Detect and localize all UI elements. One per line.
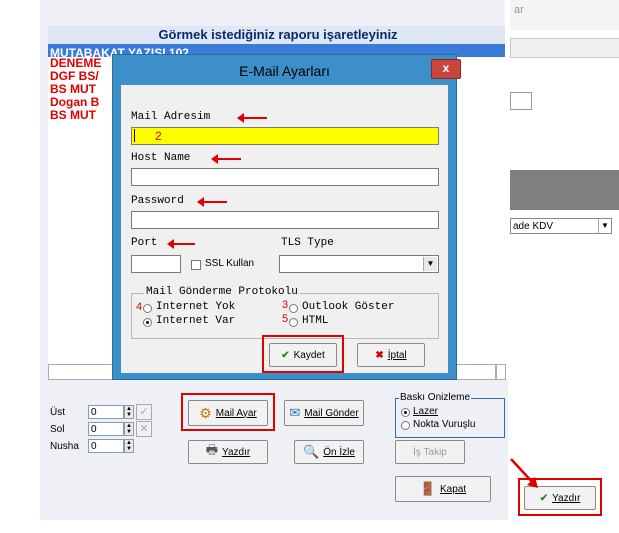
mail-gonder-label: Mail Gönder <box>304 407 359 419</box>
nusha-stepper[interactable]: ▲ ▼ <box>124 439 134 453</box>
port-label: Port <box>131 237 158 249</box>
nusha-input[interactable]: 0 <box>88 439 124 453</box>
bottom-panel: Üst 0 ▲ ▼ ✓ Sol 0 ▲ ▼ ✕ Nusha 0 ▲ ▼ ⚙ Mail … <box>40 364 508 520</box>
sol-stepper[interactable]: ▲ ▼ <box>124 422 134 436</box>
ust-stepper[interactable]: ▲ ▼ <box>124 405 134 419</box>
ssl-label: SSL Kullan <box>205 258 255 269</box>
envelope-icon: ✉ <box>289 405 301 420</box>
internet-var-label: Internet Var <box>156 315 236 327</box>
yazdir-label: Yazdır <box>222 446 251 458</box>
arrow-icon <box>197 197 227 207</box>
nokta-label: Nokta Vuruşlu <box>413 419 476 430</box>
arrow-icon <box>167 239 195 249</box>
magnifier-icon: 🔍 <box>303 444 320 459</box>
html-label: HTML <box>302 315 329 327</box>
html-radio[interactable] <box>289 318 298 327</box>
annotation-number: 2 <box>155 129 162 143</box>
preview-group-label: Baskı Onizleme <box>399 392 472 403</box>
on-izle-label: Ön İzle <box>323 446 355 458</box>
x-icon: ✖ <box>375 349 384 361</box>
report-header: Görmek istediğiniz raporu işaretleyiniz <box>48 26 508 44</box>
sol-label: Sol <box>50 424 65 435</box>
port-input[interactable] <box>131 255 181 273</box>
host-input[interactable] <box>131 168 439 186</box>
lazer-radio[interactable] <box>401 408 410 417</box>
email-settings-dialog: E-Mail Ayarları x Mail Adresim 2 Host Na… <box>112 54 461 380</box>
printer-icon: 🖶 <box>205 442 219 457</box>
sol-input[interactable]: 0 <box>88 422 124 436</box>
internet-var-radio[interactable] <box>143 318 152 327</box>
internet-yok-label: Internet Yok <box>156 301 236 313</box>
right-input[interactable] <box>510 92 532 110</box>
door-icon: 🚪 <box>419 481 437 496</box>
yazdir-button[interactable]: 🖶 Yazdır <box>188 440 268 464</box>
arrow-icon <box>237 113 267 123</box>
is-takip-label: İş Takip <box>413 446 447 458</box>
outlook-radio[interactable] <box>289 304 298 313</box>
dialog-body: Mail Adresim 2 Host Name Password Port T… <box>121 85 448 373</box>
arrow-icon <box>510 458 538 488</box>
tls-label: TLS Type <box>281 237 334 249</box>
is-takip-button[interactable]: İş Takip <box>395 440 465 464</box>
ssl-checkbox[interactable] <box>191 260 201 270</box>
internet-yok-radio[interactable] <box>143 304 152 313</box>
status-strip-end <box>496 364 506 380</box>
chevron-down-icon: ▼ <box>423 257 437 271</box>
tls-select[interactable]: ▼ <box>279 255 439 273</box>
check-icon[interactable]: ✓ <box>136 404 152 420</box>
nokta-radio[interactable] <box>401 421 410 430</box>
lazer-label: Lazer <box>413 406 439 417</box>
on-izle-button[interactable]: 🔍 Ön İzle <box>294 440 364 464</box>
right-top-label: ar <box>510 0 619 30</box>
nusha-label: Nusha <box>50 441 79 452</box>
arrow-icon <box>211 154 241 164</box>
text-cursor <box>134 129 135 142</box>
cancel-label: İptal <box>387 349 407 361</box>
preview-group: Baskı Onizleme Lazer Nokta Vuruşlu <box>395 392 505 438</box>
right-box <box>510 38 619 58</box>
annotation-number: 4 <box>136 301 143 313</box>
right-gray-panel <box>510 170 619 210</box>
cancel-button[interactable]: ✖ İptal <box>357 343 425 367</box>
right-pane <box>505 0 619 533</box>
mail-label: Mail Adresim <box>131 111 211 123</box>
annotation-number: 3 <box>282 299 289 311</box>
kapat-button[interactable]: 🚪 Kapat <box>395 476 491 502</box>
ust-input[interactable]: 0 <box>88 405 124 419</box>
kdv-combo-value: ade KDV <box>513 221 554 232</box>
outlook-label: Outlook Göster <box>302 301 395 313</box>
protocol-group: Mail Gönderme Protokolu 4 Internet Yok I… <box>131 286 439 339</box>
host-label: Host Name <box>131 152 191 164</box>
kdv-combo[interactable]: ade KDV ▼ <box>510 218 612 234</box>
password-input[interactable] <box>131 211 439 229</box>
chevron-down-icon: ▼ <box>598 219 611 233</box>
right-top-text: ar <box>514 4 524 16</box>
kapat-label: Kapat <box>440 483 467 495</box>
highlight-box <box>262 335 344 373</box>
ust-label: Üst <box>50 407 65 418</box>
close-button[interactable]: x <box>431 59 461 79</box>
protocol-group-label: Mail Gönderme Protokolu <box>144 286 300 298</box>
dialog-title: E-Mail Ayarları <box>239 63 330 79</box>
mail-gonder-button[interactable]: ✉ Mail Gönder <box>284 400 364 426</box>
password-label: Password <box>131 195 184 207</box>
annotation-number: 5 <box>282 313 289 325</box>
highlight-box <box>181 393 275 431</box>
mail-input[interactable] <box>131 127 439 145</box>
cancel-icon[interactable]: ✕ <box>136 421 152 437</box>
report-item[interactable]: BS MUT <box>50 109 96 122</box>
